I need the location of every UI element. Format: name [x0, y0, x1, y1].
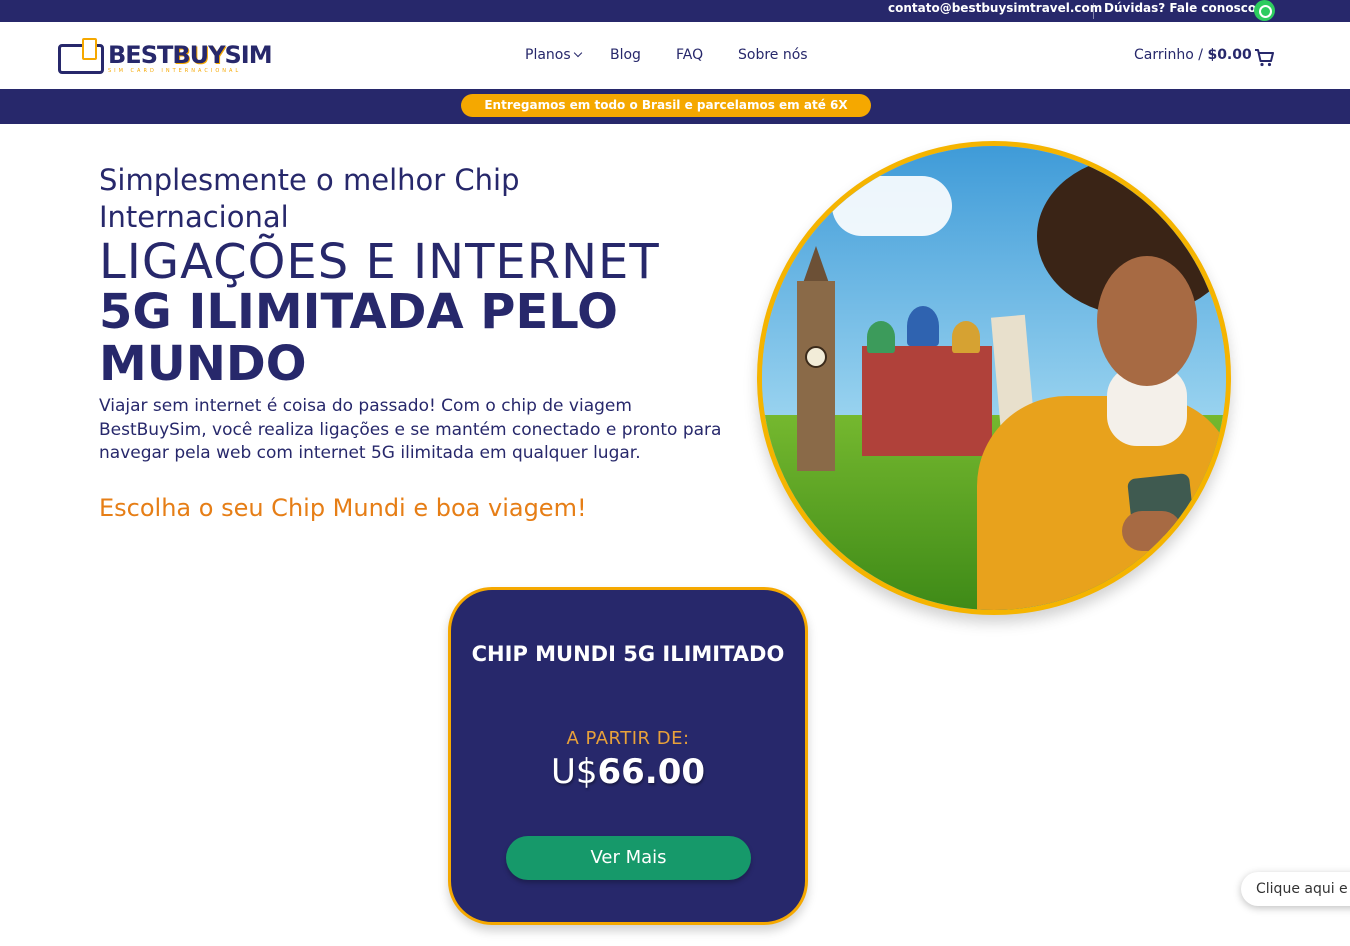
- cathedral-dome: [907, 306, 939, 346]
- help-link[interactable]: Dúvidas? Fale conosco!: [1104, 1, 1262, 15]
- hero-cloud: [832, 176, 952, 236]
- promo-band: Entregamos em todo o Brasil e parcelamos…: [0, 89, 1350, 124]
- nav-blog[interactable]: Blog: [610, 47, 641, 63]
- logo-tagline: SIM CARD INTERNACIONAL: [108, 68, 242, 74]
- cart-label: Carrinho /: [1134, 47, 1203, 63]
- nav-sobre[interactable]: Sobre nós: [738, 47, 808, 63]
- saint-basil-cathedral: [862, 346, 992, 456]
- cart-link[interactable]: Carrinho / $0.00: [1134, 47, 1252, 63]
- hero-headline-light: LIGAÇÕES E INTERNET: [99, 234, 660, 290]
- product-card: CHIP MUNDI 5G ILIMITADO A PARTIR DE: U$6…: [448, 587, 808, 925]
- hero-headline-bold: 5G ILIMITADA PELO MUNDO: [99, 284, 618, 392]
- hero-description: Viajar sem internet é coisa do passado! …: [99, 396, 722, 463]
- cathedral-dome: [867, 321, 895, 353]
- brand-logo[interactable]: BESTBUYSIM SIM CARD INTERNACIONAL: [58, 38, 278, 78]
- hero-image: [757, 141, 1231, 615]
- big-ben-tower: [797, 281, 835, 471]
- cart-total: $0.00: [1207, 47, 1252, 63]
- woman-jacket: [977, 396, 1226, 610]
- nav-planos-label: Planos: [525, 47, 571, 63]
- logo-wordmark: BESTBUYSIM: [108, 41, 273, 69]
- product-price: U$66.00: [451, 752, 805, 792]
- topbar-divider: [1093, 3, 1094, 19]
- nav-faq[interactable]: FAQ: [676, 47, 703, 63]
- logo-buy: BUY: [172, 41, 225, 69]
- logo-best: BEST: [108, 41, 173, 69]
- price-from-label: A PARTIR DE:: [566, 728, 690, 749]
- logo-sim: SIM: [224, 41, 273, 69]
- price-amount: 66.00: [597, 752, 706, 792]
- chevron-down-icon: [573, 48, 582, 58]
- price-currency: U$: [550, 752, 598, 792]
- site-header: BESTBUYSIM SIM CARD INTERNACIONAL Planos…: [0, 22, 1350, 89]
- top-bar: contato@bestbuysimtravel.com Dúvidas? Fa…: [0, 0, 1350, 22]
- product-title: CHIP MUNDI 5G ILIMITADO: [471, 642, 785, 666]
- big-ben-clock: [805, 346, 827, 368]
- cart-icon[interactable]: [1254, 49, 1274, 67]
- hero-subtitle: Simplesmente o melhor Chip Internacional: [99, 163, 520, 234]
- whatsapp-icon[interactable]: [1254, 0, 1275, 21]
- promo-banner: Entregamos em todo o Brasil e parcelamos…: [461, 94, 871, 117]
- ver-mais-button[interactable]: Ver Mais: [506, 836, 751, 880]
- sim-chip-icon: [82, 38, 97, 60]
- woman-face: [1097, 256, 1197, 386]
- contact-email-link[interactable]: contato@bestbuysimtravel.com: [888, 1, 1102, 15]
- chat-widget-tab[interactable]: Clique aqui e: [1241, 872, 1350, 906]
- nav-planos[interactable]: Planos: [525, 47, 582, 63]
- woman-hand: [1122, 511, 1182, 551]
- hero-cta-text: Escolha o seu Chip Mundi e boa viagem!: [99, 494, 587, 522]
- sim-card-icon: [58, 44, 104, 74]
- cathedral-dome: [952, 321, 980, 353]
